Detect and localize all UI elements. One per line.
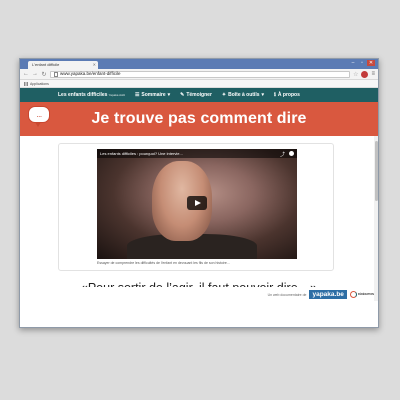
- tab-title: L'enfant difficile: [32, 62, 60, 67]
- menu-icon[interactable]: ≡: [371, 71, 375, 77]
- address-url: www.yapaka.be/enfant-difficile: [60, 71, 121, 76]
- bubble-dots: ...: [36, 109, 42, 119]
- wrench-icon: ✦: [221, 92, 227, 98]
- nav-label: À propos: [277, 92, 300, 98]
- edit-icon: ✎: [180, 92, 185, 98]
- video-player[interactable]: Les enfants difficiles : pourquoi? Une i…: [97, 149, 297, 259]
- federation-logo[interactable]: FÉDÉRATION: [349, 291, 374, 298]
- minimize-icon[interactable]: –: [349, 60, 357, 66]
- page-banner: ... Je trouve pas comment dire: [20, 102, 378, 136]
- bookmarks-bar: Applications: [20, 80, 378, 88]
- page-footer: Un web documentaire de yapaka.be FÉDÉRAT…: [20, 287, 378, 301]
- footer-text: Un web documentaire de: [267, 292, 307, 297]
- browser-toolbar: ← → ↻ www.yapaka.be/enfant-difficile ☆ ≡: [20, 69, 378, 80]
- scrollbar[interactable]: [374, 136, 378, 301]
- reload-icon[interactable]: ↻: [41, 71, 47, 78]
- scrollbar-thumb[interactable]: [374, 141, 378, 201]
- bookmark-applications[interactable]: Applications: [30, 82, 49, 86]
- maximize-icon[interactable]: ▫: [358, 60, 366, 66]
- bookmark-star-icon[interactable]: ☆: [353, 71, 358, 78]
- nav-label: Témoigner: [186, 92, 212, 98]
- play-icon: [194, 200, 201, 206]
- share-icon[interactable]: ⤴: [280, 151, 285, 158]
- apps-grid-icon[interactable]: [24, 81, 28, 86]
- tab-close-icon[interactable]: ✕: [93, 61, 96, 69]
- yapaka-logo[interactable]: yapaka.be: [309, 290, 347, 299]
- nav-sommaire[interactable]: ☰ Sommaire ▾: [135, 92, 170, 98]
- extension-icon[interactable]: [361, 70, 369, 78]
- tab-strip: L'enfant difficile ✕ – ▫ ✕: [20, 59, 378, 69]
- federation-logo-icon: [349, 291, 357, 298]
- browser-window: L'enfant difficile ✕ – ▫ ✕ ← → ↻ www.yap…: [19, 58, 379, 328]
- video-card: Les enfants difficiles : pourquoi? Une i…: [58, 143, 334, 271]
- brand-title: Les enfants difficiles: [58, 92, 108, 98]
- info-icon: ℹ: [274, 92, 276, 98]
- brand-subtitle: Yapaka Asbl: [108, 93, 125, 97]
- nav-label: Sommaire: [141, 92, 166, 98]
- footer-credits: Un web documentaire de yapaka.be FÉDÉRAT…: [268, 290, 374, 299]
- back-arrow-icon[interactable]: ←: [23, 71, 29, 77]
- close-window-icon[interactable]: ✕: [367, 60, 375, 66]
- address-bar[interactable]: www.yapaka.be/enfant-difficile: [50, 70, 351, 78]
- more-info-icon[interactable]: [289, 151, 294, 156]
- chevron-down-icon: ▾: [167, 92, 171, 98]
- site-navigation: Les enfants difficiles Yapaka Asbl ☰ Som…: [20, 88, 378, 102]
- video-title-bar: Les enfants difficiles : pourquoi? Une i…: [97, 149, 297, 158]
- speech-bubble-icon: ...: [28, 106, 50, 127]
- nav-temoigner[interactable]: ✎ Témoigner: [180, 92, 212, 98]
- window-controls: – ▫ ✕: [349, 60, 375, 66]
- play-button[interactable]: [187, 196, 207, 210]
- federation-label: FÉDÉRATION: [357, 293, 374, 296]
- nav-a-propos[interactable]: ℹ À propos: [274, 92, 300, 98]
- nav-label: Boîte à outils: [228, 92, 260, 98]
- page-icon: [54, 71, 58, 77]
- site-brand[interactable]: Les enfants difficiles Yapaka Asbl: [58, 92, 125, 98]
- chevron-down-icon: ▾: [261, 92, 265, 98]
- video-title[interactable]: Les enfants difficiles : pourquoi? Une i…: [100, 151, 183, 156]
- browser-tab[interactable]: L'enfant difficile ✕: [28, 61, 98, 69]
- nav-boite-a-outils[interactable]: ✦ Boîte à outils ▾: [222, 92, 264, 98]
- main-content: Les enfants difficiles : pourquoi? Une i…: [20, 136, 378, 301]
- forward-arrow-icon[interactable]: →: [32, 71, 38, 77]
- page-title: Je trouve pas comment dire: [91, 110, 307, 127]
- video-caption: Essayer de comprendre les difficultés de…: [97, 261, 230, 265]
- list-icon: ☰: [134, 92, 140, 98]
